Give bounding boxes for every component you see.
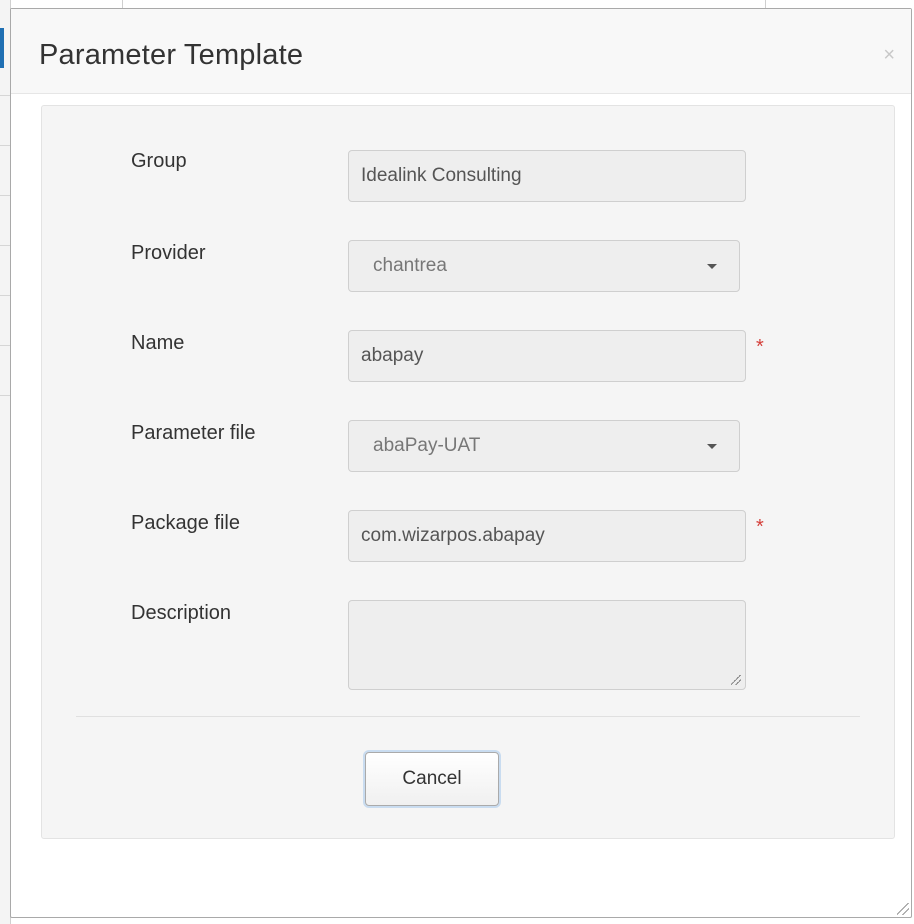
description-textarea[interactable] [348,600,746,690]
chevron-down-icon [707,264,717,269]
background-divider [0,395,10,396]
dialog-title: Parameter Template [39,39,304,71]
form-panel: Group Idealink Consulting Provider chant… [41,105,895,839]
package-file-required-mark: * [756,516,764,538]
name-input[interactable]: abapay [348,330,746,382]
chevron-down-icon [707,444,717,449]
dialog-header: Parameter Template × [11,9,911,94]
parameter-file-value: abaPay-UAT [373,435,481,456]
background-divider [0,345,10,346]
resize-handle-icon[interactable] [731,675,741,685]
background-divider [0,95,10,96]
parameter-template-dialog: Parameter Template × Group Idealink Cons… [10,8,912,918]
background-divider [0,145,10,146]
close-icon[interactable]: × [883,45,895,65]
name-label: Name [131,332,185,354]
background-divider [0,245,10,246]
name-required-mark: * [756,336,764,358]
background-divider [0,295,10,296]
provider-label: Provider [131,242,206,264]
parameter-file-select[interactable]: abaPay-UAT [348,420,740,472]
description-label: Description [131,602,232,624]
background-accent-bar [0,28,4,68]
package-file-input[interactable]: com.wizarpos.abapay [348,510,746,562]
provider-select[interactable]: chantrea [348,240,740,292]
parameter-file-label: Parameter file [131,422,256,444]
form-divider [76,716,860,717]
provider-value: chantrea [373,255,447,276]
package-file-label: Package file [131,512,240,534]
group-label: Group [131,150,187,172]
group-field: Idealink Consulting [348,150,746,202]
background-divider [0,195,10,196]
cancel-button[interactable]: Cancel [365,752,499,806]
dialog-resize-icon[interactable] [897,903,909,915]
